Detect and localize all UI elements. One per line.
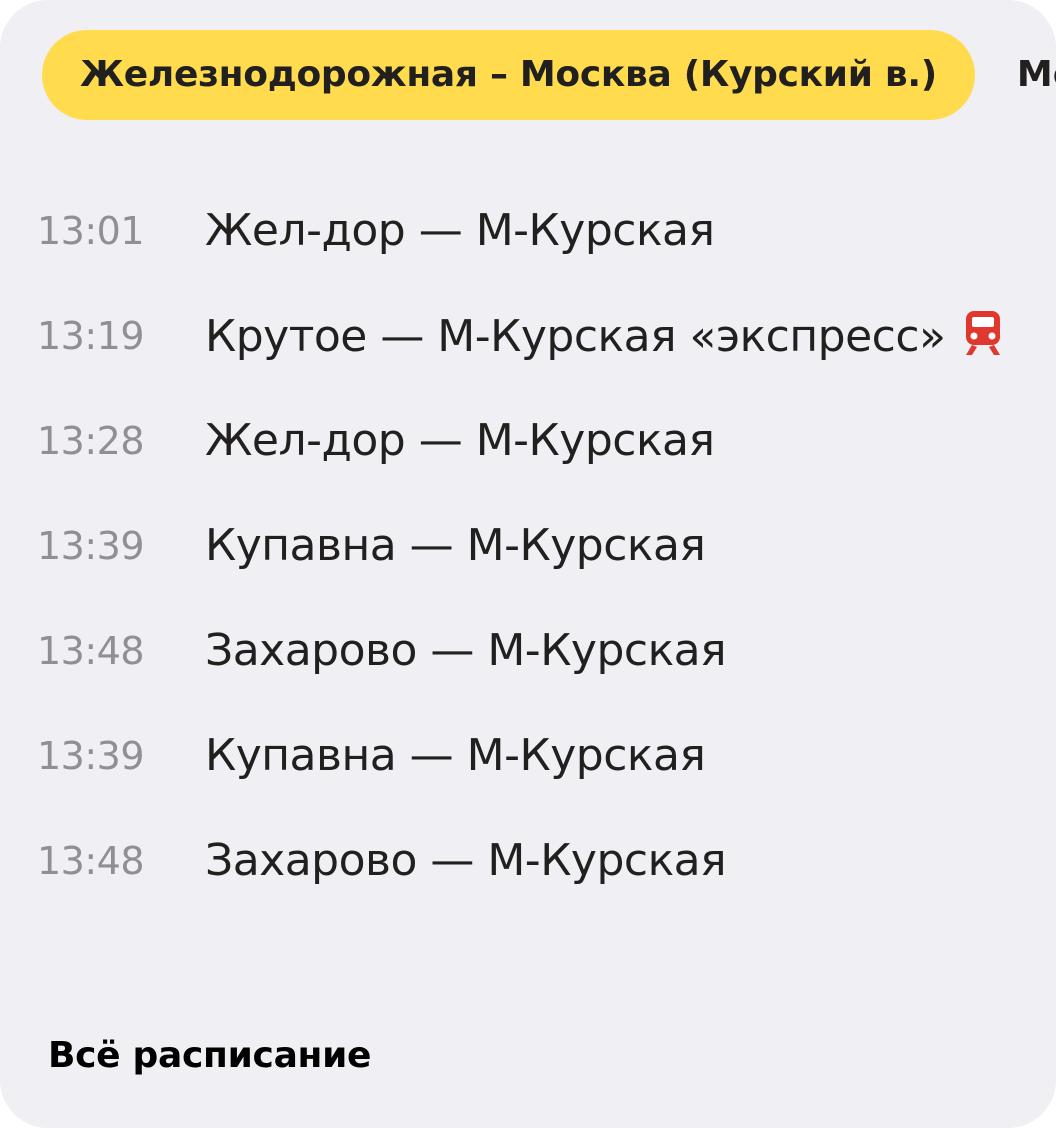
route-label: Захарово — М-Курская: [205, 835, 727, 886]
departure-time: 13:48: [37, 629, 145, 673]
tab-zheleznodorozhnaya-moskva[interactable]: Железнодорожная – Москва (Курский в.): [42, 30, 975, 120]
schedule-list: 13:01 Жел-дор — М-Курская 13:19 Крутое —…: [0, 178, 1056, 913]
route-name: Жел-дор — М-Курская: [205, 204, 715, 258]
schedule-row[interactable]: 13:01 Жел-дор — М-Курская: [0, 178, 1056, 283]
schedule-row[interactable]: 13:39 Купавна — М-Курская: [0, 703, 1056, 808]
all-schedule-link[interactable]: Всё расписание: [48, 1032, 371, 1080]
route-name: Купавна — М-Курская: [205, 519, 706, 573]
schedule-row[interactable]: 13:19 Крутое — М-Курская «экспресс»: [0, 283, 1056, 388]
route-label: Жел-дор — М-Курская: [205, 205, 715, 256]
route-label: Крутое — М-Курская «экспресс»: [205, 311, 946, 362]
route-name: Крутое — М-Курская «экспресс»: [205, 309, 1003, 364]
route-name: Захарово — М-Курская: [205, 624, 727, 678]
route-label: Захарово — М-Курская: [205, 625, 727, 676]
departure-time: 13:01: [37, 209, 145, 253]
schedule-row[interactable]: 13:39 Купавна — М-Курская: [0, 493, 1056, 598]
route-name: Жел-дор — М-Курская: [205, 414, 715, 468]
train-icon: [966, 311, 1001, 355]
route-name: Купавна — М-Курская: [205, 729, 706, 783]
route-name: Захарово — М-Курская: [205, 834, 727, 888]
schedule-row[interactable]: 13:48 Захарово — М-Курская: [0, 598, 1056, 703]
schedule-row[interactable]: 13:28 Жел-дор — М-Курская: [0, 388, 1056, 493]
tab-moskva[interactable]: Мос: [1017, 30, 1056, 120]
direction-tabs: Железнодорожная – Москва (Курский в.) Мос: [42, 30, 1056, 120]
schedule-card: Железнодорожная – Москва (Курский в.) Мос…: [0, 0, 1056, 1128]
departure-time: 13:19: [37, 314, 145, 358]
schedule-row[interactable]: 13:48 Захарово — М-Курская: [0, 808, 1056, 913]
route-label: Купавна — М-Курская: [205, 520, 706, 571]
route-label: Жел-дор — М-Курская: [205, 415, 715, 466]
departure-time: 13:48: [37, 839, 145, 883]
departure-time: 13:39: [37, 734, 145, 778]
departure-time: 13:39: [37, 524, 145, 568]
route-label: Купавна — М-Курская: [205, 730, 706, 781]
departure-time: 13:28: [37, 419, 145, 463]
